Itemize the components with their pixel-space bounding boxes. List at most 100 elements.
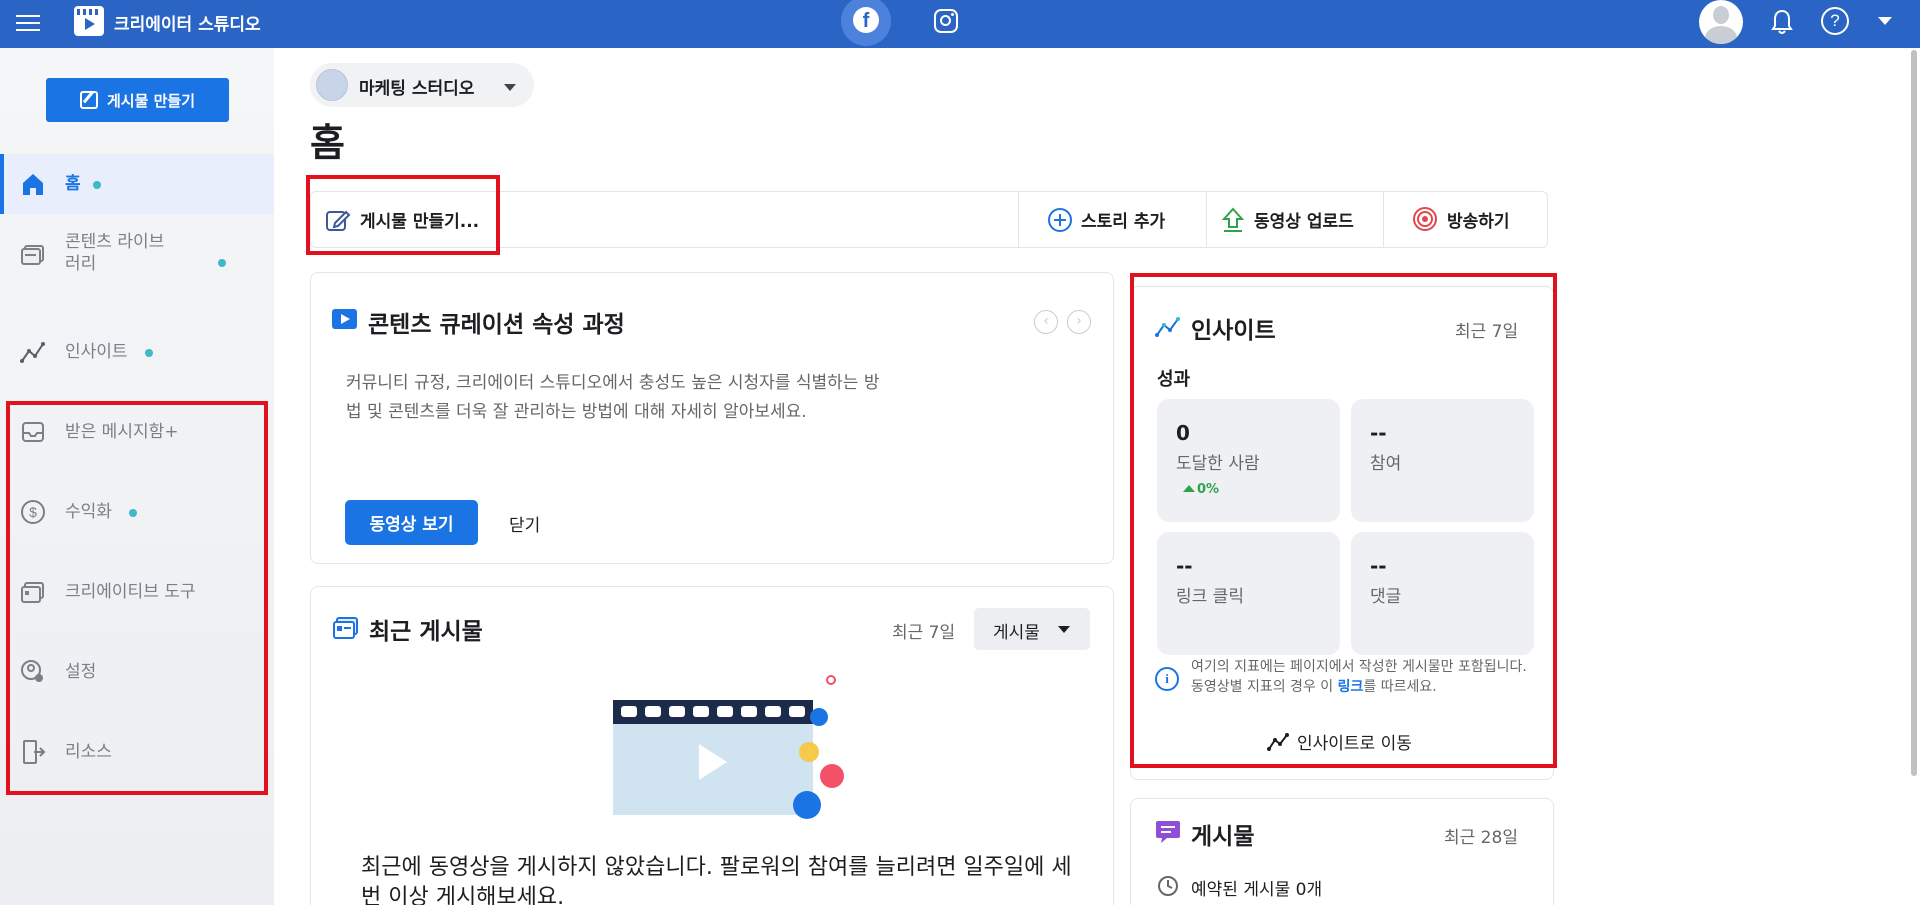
page-selector[interactable]: 마케팅 스터디오 — [310, 63, 534, 107]
app-title: 크리에이터 스튜디오 — [114, 15, 261, 35]
add-story-label: 스토리 추가 — [1081, 212, 1166, 232]
add-story-button[interactable]: 스토리 추가 — [1018, 192, 1206, 247]
metric-delta: 0% — [1183, 482, 1219, 497]
curation-description: 커뮤니티 규정, 크리에이터 스튜디오에서 충성도 높은 시청자를 식별하는 방… — [346, 373, 880, 422]
curation-card: 콘텐츠 큐레이션 속성 과정 ‹ › 커뮤니티 규정, 크리에이터 스튜디오에서… — [310, 272, 1114, 564]
insights-card: 인사이트 최근 7일 성과 0 도달한 사람 0% -- 참여 -- 링크 클릭… — [1130, 286, 1554, 780]
page-avatar — [316, 69, 348, 101]
metric-label: 링크 클릭 — [1176, 587, 1244, 607]
upload-video-label: 동영상 업로드 — [1254, 212, 1354, 232]
action-bar: 게시물 만들기... 스토리 추가 동영상 업로드 방송하기 — [310, 191, 1548, 248]
metric-label: 댓글 — [1370, 587, 1402, 607]
posts-card-title: 게시물 — [1191, 824, 1255, 850]
close-button[interactable]: 닫기 — [509, 511, 540, 536]
menu-icon[interactable] — [16, 10, 40, 36]
inbox-icon — [22, 422, 44, 442]
scrollbar[interactable] — [1911, 50, 1917, 776]
sidebar-item-label: 크리에이티브 도구 — [65, 582, 196, 602]
creator-studio-logo-icon — [74, 6, 104, 36]
go-to-insights-label: 인사이트로 이동 — [1297, 734, 1412, 754]
compose-post-button[interactable]: 게시물 만들기... — [325, 192, 805, 247]
watch-video-button[interactable]: 동영상 보기 — [345, 500, 478, 545]
sidebar-item-label: 콘텐츠 라이브러리 — [65, 232, 165, 274]
metric-label: 참여 — [1370, 454, 1402, 474]
empty-video-illustration — [613, 675, 844, 819]
recent-posts-period: 최근 7일 — [892, 623, 956, 643]
insights-note-suffix: 를 따르세요. — [1363, 679, 1437, 695]
plus-circle-icon — [1048, 207, 1072, 232]
insights-icon — [1267, 732, 1289, 751]
sidebar: 게시물 만들기 홈 콘텐츠 라이브러리 인사이트 받은 메시지함+ $ 수익화 … — [0, 48, 274, 905]
sidebar-item-label: 수익화 — [65, 502, 112, 522]
compose-icon — [326, 210, 351, 231]
notification-dot — [93, 181, 101, 189]
chevron-down-icon — [1058, 626, 1070, 633]
sidebar-item-label: 인사이트 — [65, 342, 128, 362]
create-post-label: 게시물 만들기 — [106, 91, 196, 110]
performance-heading: 성과 — [1157, 369, 1191, 390]
go-live-label: 방송하기 — [1447, 212, 1510, 232]
insights-icon — [20, 342, 45, 363]
metric-comments: -- 댓글 — [1351, 532, 1534, 655]
notification-dot — [145, 349, 153, 357]
posts-stack-icon — [333, 617, 358, 639]
sidebar-item-label: 리소스 — [65, 742, 112, 762]
sidebar-item-resources[interactable]: 리소스 — [0, 722, 274, 782]
sidebar-item-home[interactable]: 홈 — [0, 154, 274, 214]
sidebar-item-label: 홈 — [65, 174, 81, 194]
metric-value: 0 — [1176, 421, 1190, 445]
post-type-selected: 게시물 — [993, 623, 1040, 643]
help-icon[interactable]: ? — [1821, 7, 1849, 35]
clock-icon — [1158, 876, 1178, 896]
chevron-left-icon[interactable]: ‹ — [1034, 310, 1058, 334]
sidebar-item-content-library[interactable]: 콘텐츠 라이브러리 — [0, 219, 274, 291]
recent-posts-title: 최근 게시물 — [369, 619, 483, 645]
avatar[interactable] — [1699, 0, 1743, 44]
chevron-right-icon[interactable]: › — [1067, 310, 1091, 334]
sidebar-item-monetization[interactable]: $ 수익화 — [0, 482, 274, 542]
metric-engagement: -- 참여 — [1351, 399, 1534, 522]
live-broadcast-icon — [1413, 206, 1437, 231]
top-bar: 크리에이터 스튜디오 f ? — [0, 0, 1920, 48]
metric-label: 도달한 사람 — [1176, 454, 1260, 474]
compose-label: 게시물 만들기... — [360, 212, 480, 232]
info-icon: i — [1155, 667, 1179, 691]
dollar-icon: $ — [21, 500, 45, 524]
sidebar-item-settings[interactable]: 설정 — [0, 642, 274, 702]
bell-icon[interactable] — [1770, 8, 1794, 36]
posts-card: 게시물 최근 28일 예약된 게시물 0개 — [1130, 798, 1554, 905]
speech-bubble-icon — [1156, 821, 1180, 843]
page-title: 홈 — [310, 121, 345, 165]
insights-icon — [1155, 317, 1180, 337]
sidebar-item-insights[interactable]: 인사이트 — [0, 322, 274, 382]
instagram-icon[interactable] — [934, 9, 958, 33]
create-post-button[interactable]: 게시물 만들기 — [46, 78, 229, 122]
insights-title: 인사이트 — [1191, 318, 1276, 344]
metric-value: -- — [1370, 554, 1387, 578]
upload-arrow-icon — [1221, 207, 1245, 232]
svg-text:$: $ — [29, 504, 37, 520]
post-type-dropdown[interactable]: 게시물 — [974, 608, 1090, 650]
upload-video-button[interactable]: 동영상 업로드 — [1206, 192, 1383, 247]
posts-card-period: 최근 28일 — [1444, 828, 1518, 848]
content-library-icon — [21, 245, 44, 265]
sidebar-item-creative-tools[interactable]: 크리에이티브 도구 — [0, 562, 274, 622]
account-menu-caret-icon[interactable] — [1878, 17, 1892, 25]
metric-value: -- — [1370, 421, 1387, 445]
recent-posts-card: 최근 게시물 최근 7일 게시물 최근에 동영상을 게시하지 않았습니다. 팔로… — [310, 586, 1114, 905]
home-icon — [23, 174, 43, 195]
sidebar-item-inbox[interactable]: 받은 메시지함+ — [0, 402, 274, 462]
facebook-icon[interactable]: f — [853, 7, 879, 33]
insights-note-link[interactable]: 링크 — [1338, 679, 1364, 695]
compose-icon — [79, 91, 98, 109]
go-live-button[interactable]: 방송하기 — [1383, 192, 1547, 247]
creative-tools-icon — [21, 582, 44, 603]
settings-icon — [21, 660, 43, 682]
sidebar-item-label: 받은 메시지함+ — [65, 422, 179, 442]
notification-dot — [129, 509, 137, 517]
notification-dot — [218, 259, 226, 267]
metric-value: -- — [1176, 554, 1193, 578]
go-to-insights-link[interactable]: 인사이트로 이동 — [1267, 729, 1412, 754]
insights-period: 최근 7일 — [1455, 322, 1519, 342]
empty-state-text: 최근에 동영상을 게시하지 않았습니다. 팔로워의 참여를 늘리려면 일주일에 … — [361, 855, 1072, 905]
